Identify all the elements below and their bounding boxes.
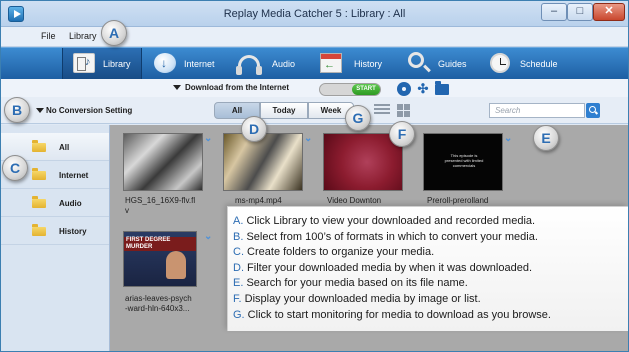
tab-guides[interactable]: Guides [398,48,478,79]
title-bar: Replay Media Catcher 5 : Library : All –… [1,1,628,27]
chevron-down-icon[interactable]: ⌄ [204,232,212,242]
menu-bar: File Library [1,27,628,47]
main-nav: Library Internet Audio History Guides Sc… [48,47,628,79]
dropdown-caret-icon[interactable] [173,85,181,90]
tab-internet[interactable]: Internet [144,48,224,79]
callout-c: C [2,155,28,181]
tab-schedule[interactable]: Schedule [480,48,570,79]
thumbnail-figure [166,251,186,279]
maximize-button[interactable]: □ [567,3,593,21]
callout-a: A [101,20,127,46]
window-title: Replay Media Catcher 5 : Library : All [223,8,406,20]
app-window: Replay Media Catcher 5 : Library : All –… [0,0,629,352]
start-label: START [352,84,380,95]
internet-download-icon [154,53,176,73]
tab-history-label: History [354,59,383,69]
list-view-icon[interactable] [374,104,390,116]
tab-internet-label: Internet [184,59,215,69]
close-button[interactable]: ✕ [593,3,625,21]
media-thumbnail[interactable] [123,133,203,191]
gear-icon[interactable] [397,82,411,96]
tab-library[interactable]: Library [62,48,142,79]
legend-line-g: G. Click to start monitoring for media t… [233,308,551,321]
library-icon [73,53,95,73]
start-monitor-toggle[interactable]: START [319,83,381,96]
tab-schedule-label: Schedule [520,59,558,69]
callout-b: B [4,97,30,123]
folder-icon[interactable] [435,81,449,95]
clock-icon [490,53,510,73]
folder-label: Internet [59,171,89,180]
headphones-icon [236,55,262,75]
legend-line-b: B. Select from 100’s of formats in which… [233,230,538,243]
search-icon[interactable] [586,103,600,118]
media-caption: Preroll-prerolland [427,196,489,205]
tab-audio-label: Audio [272,59,296,69]
minimize-button[interactable]: – [541,3,567,21]
tab-history[interactable]: History [310,48,390,79]
legend-line-c: C. Create folders to organize your media… [233,246,435,259]
callout-e: E [533,125,559,151]
tab-audio[interactable]: Audio [228,48,308,79]
folder-label: Audio [59,199,82,208]
grid-view-icon[interactable] [397,104,411,117]
tab-guides-label: Guides [438,59,467,69]
tab-library-label: Library [103,59,131,69]
feature-legend: A. Click Library to view your downloaded… [227,206,628,331]
media-caption: HGS_16_16X9-flv.fl v [125,196,196,215]
media-caption: arias-leaves-psych -ward-hln-640x3... [125,294,192,313]
folder-icon [32,224,46,236]
nav-bar-left-strip [1,47,48,79]
folder-icon [32,196,46,208]
calendar-history-icon [320,53,342,73]
folder-label: History [59,227,87,236]
thumbnail-overlay-text: This episode is presented with limited c… [444,153,484,168]
compress-icon[interactable]: ✣ [416,82,430,96]
chevron-down-icon[interactable]: ⌄ [304,134,312,144]
legend-line-a: A. Click Library to view your downloaded… [233,215,536,227]
toolbar [1,79,628,97]
folder-icon [32,140,46,152]
conversion-caret-icon[interactable] [36,108,44,113]
magnifier-icon [408,52,424,68]
menu-library[interactable]: Library [69,31,97,41]
download-source-dropdown[interactable]: Download from the Internet [185,83,289,92]
legend-line-f: F. Display your downloaded media by imag… [233,292,481,305]
callout-g: G [345,105,371,131]
folder-item-audio[interactable]: Audio [1,189,109,217]
filter-today-button[interactable]: Today [260,102,308,119]
conversion-setting-dropdown[interactable]: No Conversion Setting [46,106,132,115]
folder-icon [32,168,46,180]
folder-item-history[interactable]: History [1,217,109,245]
chevron-down-icon[interactable]: ⌄ [504,134,512,144]
callout-d: D [241,116,267,142]
legend-line-e: E. Search for your media based on its fi… [233,277,468,290]
legend-line-d: D. Filter your downloaded media by when … [233,261,532,274]
menu-file[interactable]: File [41,31,56,41]
media-thumbnail[interactable] [223,133,303,191]
chevron-down-icon[interactable]: ⌄ [204,134,212,144]
media-caption: Video Downton [327,196,382,205]
folder-label: All [59,143,70,152]
media-caption: ms-mp4.mp4 [235,196,282,205]
callout-f: F [389,121,415,147]
thumbnail-overlay-text: FIRST DEGREE MURDER [124,237,196,251]
search-input[interactable]: Search [489,103,585,118]
